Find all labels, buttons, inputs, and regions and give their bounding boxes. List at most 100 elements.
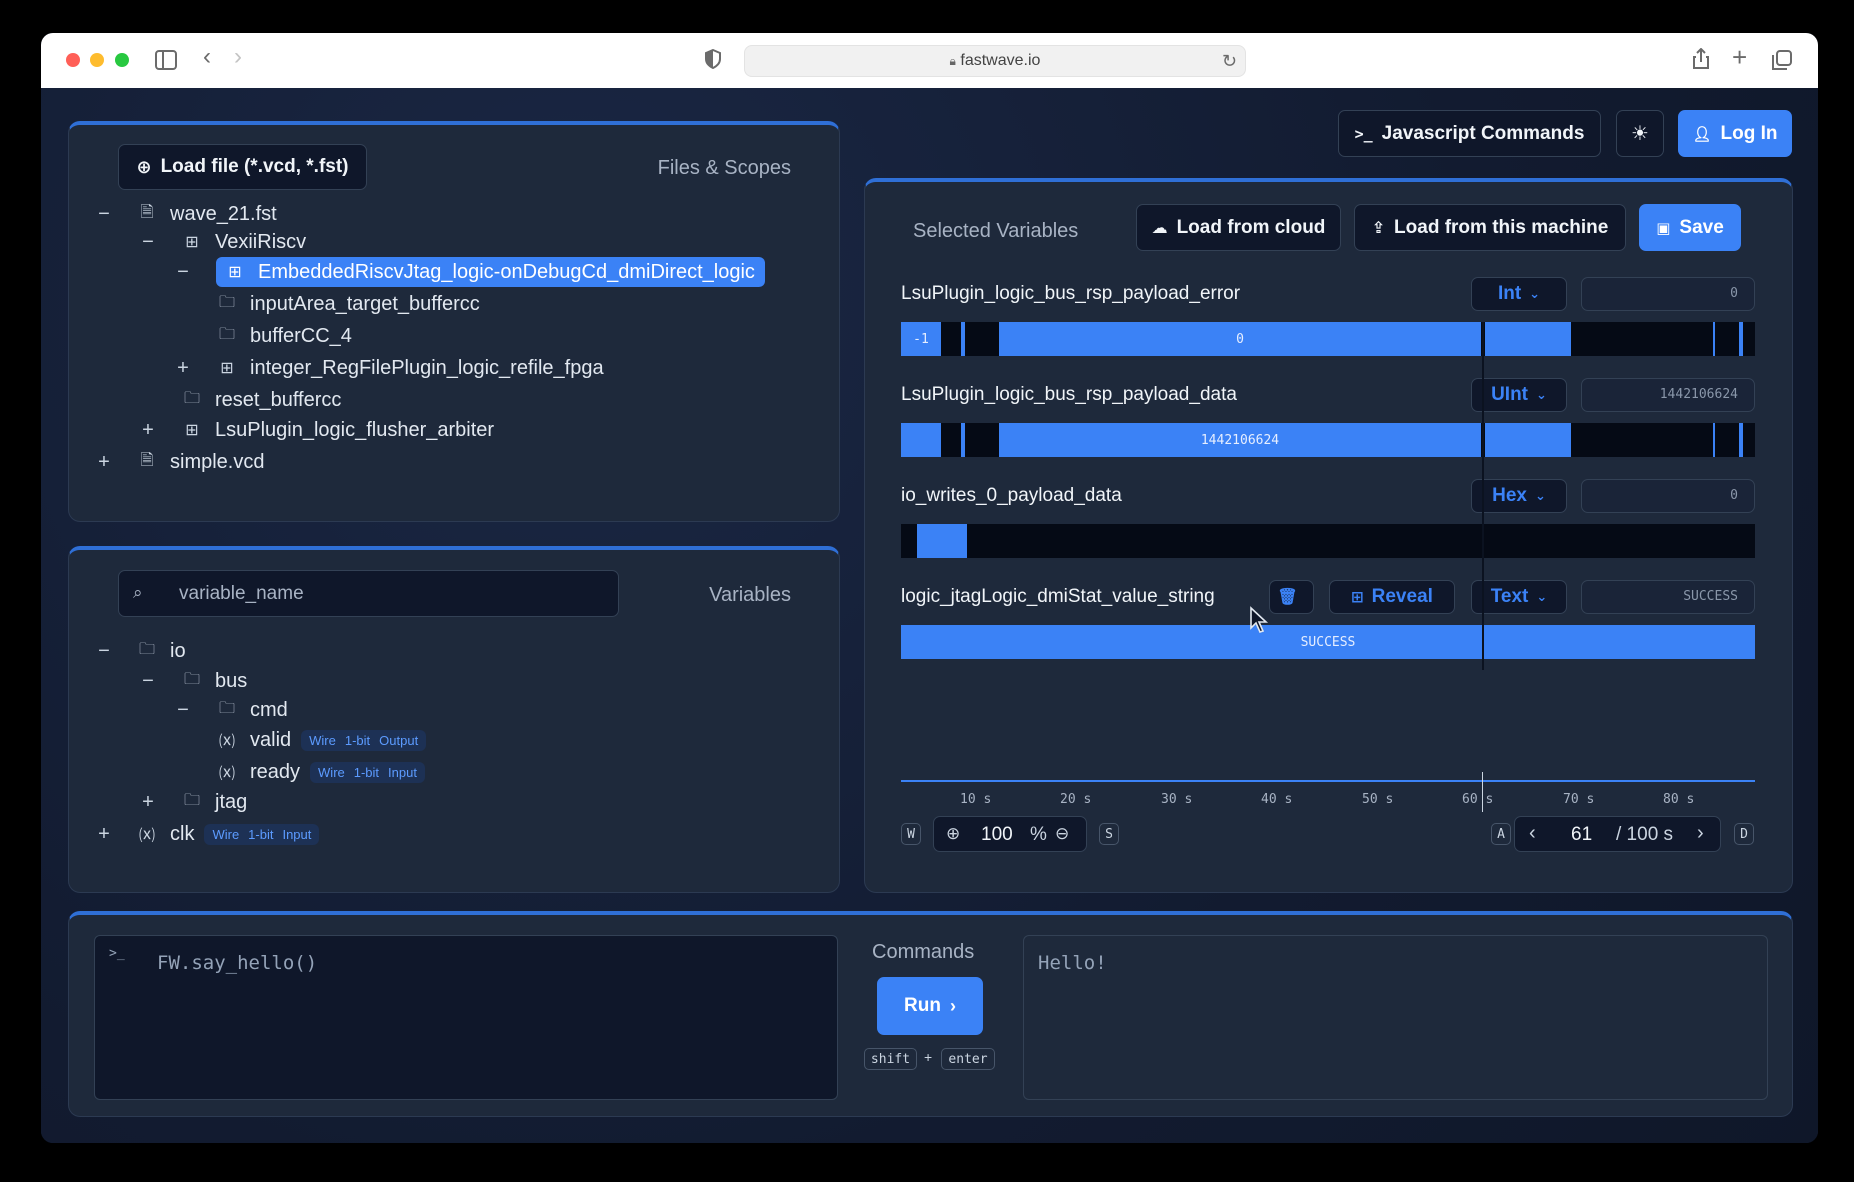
expand-toggle[interactable]: + [139, 788, 157, 816]
upload-icon: ⇪ [1371, 219, 1386, 237]
mouse-pointer-icon [1250, 606, 1269, 633]
delete-variable-button[interactable]: 🗑︎ [1269, 580, 1314, 614]
new-tab-icon[interactable]: + [1732, 44, 1747, 70]
app-area: >_ Javascript Commands ☀︎ 👤︎ Log In ⊕ Lo… [41, 88, 1818, 1143]
expand-toggle[interactable]: + [95, 820, 113, 848]
tabs-overview-icon[interactable] [1772, 50, 1792, 74]
value-field: 1442106624 [1581, 378, 1755, 412]
command-output: Hello! [1023, 935, 1768, 1100]
commands-title: Commands [872, 941, 975, 963]
timeline-tick: 30 s [1161, 792, 1193, 807]
reload-icon[interactable]: ↻ [1222, 46, 1237, 76]
sun-icon: ☀︎ [1631, 123, 1649, 145]
variable-icon: ⒳ [138, 828, 155, 845]
scope-row-reset-buffercc[interactable]: 🗀 reset_buffercc [181, 386, 341, 414]
time-cursor[interactable] [1482, 322, 1484, 670]
wave-segment [1485, 423, 1571, 457]
module-icon: ⊞ [185, 422, 199, 439]
collapse-toggle[interactable]: − [174, 258, 192, 286]
format-select[interactable]: Int ⌄ [1471, 277, 1567, 311]
maximize-window-button[interactable] [115, 53, 129, 67]
zoom-in-key-hint: W [901, 823, 921, 845]
file-row-simple-vcd[interactable]: 🗎 simple.vcd [136, 448, 265, 476]
module-icon: ⊞ [185, 234, 199, 251]
zoom-value[interactable]: 100 [981, 824, 1013, 846]
next-key-hint: D [1734, 823, 1754, 845]
scope-row-integer-regfile[interactable]: ⊞ integer_RegFilePlugin_logic_refile_fpga [216, 354, 603, 382]
zoom-out-icon[interactable]: ⊖ [1055, 824, 1069, 844]
scope-row-buffercc4[interactable]: 🗀 bufferCC_4 [216, 322, 352, 350]
load-from-cloud-button[interactable]: ☁︎ Load from cloud [1136, 204, 1341, 251]
format-select[interactable]: Text ⌄ [1471, 580, 1567, 614]
collapse-toggle[interactable]: − [95, 200, 113, 228]
wave-segment [1739, 423, 1743, 457]
var-scope-bus[interactable]: 🗀 bus [181, 667, 247, 695]
run-button[interactable]: Run › [877, 977, 983, 1035]
format-select[interactable]: UInt ⌄ [1471, 378, 1567, 412]
var-row-valid[interactable]: ⒳ valid Wire 1-bit Output [216, 726, 427, 754]
var-scope-jtag[interactable]: 🗀 jtag [181, 788, 247, 816]
scope-row-lsu-flusher[interactable]: ⊞ LsuPlugin_logic_flusher_arbiter [181, 416, 494, 444]
save-button[interactable]: ▣ Save [1639, 204, 1741, 251]
address-bar[interactable]: 🔒︎ fastwave.io ↻ [744, 45, 1246, 77]
reveal-button[interactable]: ⊞ Reveal [1329, 580, 1455, 614]
expand-toggle[interactable]: + [95, 448, 113, 476]
collapse-toggle[interactable]: − [139, 228, 157, 256]
waveform-track[interactable]: -1 0 [901, 322, 1755, 356]
collapse-toggle[interactable]: − [139, 667, 157, 695]
wave-segment: -1 [901, 322, 941, 356]
wave-segment [1713, 322, 1715, 356]
collapse-toggle[interactable]: − [174, 696, 192, 724]
load-from-machine-button[interactable]: ⇪ Load from this machine [1354, 204, 1626, 251]
total-time: / 100 s [1616, 824, 1674, 845]
chevron-right-icon[interactable]: › [1697, 822, 1704, 845]
log-in-button[interactable]: 👤︎ Log In [1678, 110, 1792, 157]
waveform-track[interactable]: 1442106624 [901, 423, 1755, 457]
zoom-control: ⊕ 100 % ⊖ [933, 816, 1087, 852]
folder-icon: 🗀 [183, 389, 200, 407]
scope-row-embedded-jtag-selected[interactable]: ⊞ EmbeddedRiscvJtag_logic-onDebugCd_dmiDi… [216, 257, 765, 287]
shield-icon[interactable] [704, 48, 722, 73]
minimize-window-button[interactable] [90, 53, 104, 67]
search-placeholder: variable_name [179, 583, 304, 604]
var-scope-io[interactable]: 🗀 io [136, 637, 186, 665]
folder-icon: 🗀 [183, 670, 200, 688]
command-input[interactable]: >_ FW.say_hello() [94, 935, 838, 1100]
timeline-tick: 10 s [960, 792, 992, 807]
javascript-commands-button[interactable]: >_ Javascript Commands [1338, 110, 1601, 157]
sidebar-icon[interactable] [155, 50, 177, 74]
format-select[interactable]: Hex ⌄ [1471, 479, 1567, 513]
file-icon: 🗎 [140, 203, 154, 221]
back-icon[interactable]: ‹ [203, 45, 211, 69]
variable-search-input[interactable]: ⌕ variable_name [118, 570, 619, 617]
signal-badge: Wire 1-bit Output [301, 729, 427, 751]
current-time-input[interactable]: 61 [1571, 824, 1592, 846]
var-scope-cmd[interactable]: 🗀 cmd [216, 696, 288, 724]
wave-segment: 0 [999, 322, 1481, 356]
forward-icon[interactable]: › [234, 45, 242, 69]
load-file-button[interactable]: ⊕ Load file (*.vcd, *.fst) [118, 144, 367, 190]
folder-icon: 🗀 [138, 640, 155, 658]
theme-toggle-button[interactable]: ☀︎ [1616, 110, 1664, 157]
selected-var-name: LsuPlugin_logic_bus_rsp_payload_data [901, 384, 1237, 405]
chevron-left-icon[interactable]: ‹ [1529, 822, 1536, 845]
expand-toggle[interactable]: + [174, 354, 192, 382]
waveform-track[interactable] [901, 524, 1755, 558]
scope-row-vexiiriscv[interactable]: ⊞ VexiiRiscv [181, 228, 306, 256]
share-icon[interactable] [1692, 47, 1710, 74]
file-row-wave21[interactable]: 🗎 wave_21.fst [136, 200, 277, 228]
file-icon: 🗎 [140, 451, 154, 469]
scope-row-inputarea[interactable]: 🗀 inputArea_target_buffercc [216, 290, 480, 318]
close-window-button[interactable] [66, 53, 80, 67]
collapse-toggle[interactable]: − [95, 637, 113, 665]
timeline-axis [901, 780, 1755, 782]
waveform-track[interactable]: SUCCESS [901, 625, 1755, 659]
expand-toggle[interactable]: + [139, 416, 157, 444]
var-row-ready[interactable]: ⒳ ready Wire 1-bit Input [216, 758, 425, 786]
timeline-tick: 50 s [1362, 792, 1394, 807]
signal-badge: Wire 1-bit Input [204, 823, 320, 845]
folder-icon: 🗀 [218, 699, 235, 717]
zoom-in-icon[interactable]: ⊕ [946, 824, 960, 844]
wave-segment [1713, 423, 1715, 457]
var-row-clk[interactable]: ⒳ clk Wire 1-bit Input [136, 820, 320, 848]
